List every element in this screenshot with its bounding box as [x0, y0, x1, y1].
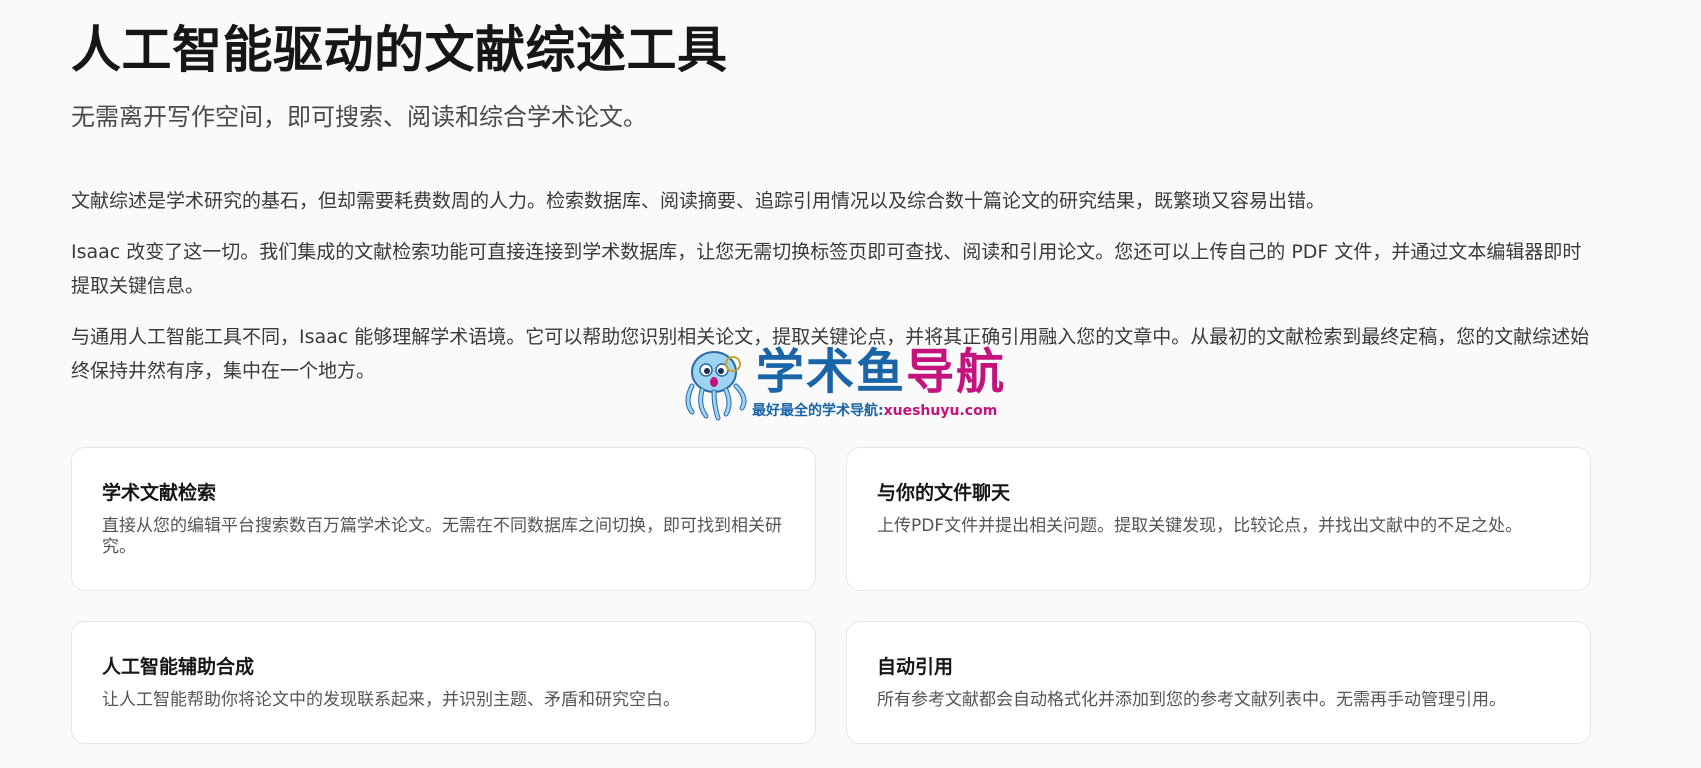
- feature-card-description: 让人工智能帮助你将论文中的发现联系起来，并识别主题、矛盾和研究空白。: [102, 690, 680, 710]
- feature-card-title: 学术文献检索: [102, 482, 217, 504]
- watermark-tagline-text: 最好最全的学术导航:: [752, 403, 884, 419]
- feature-card-auto-citation: 自动引用 所有参考文献都会自动格式化并添加到您的参考文献列表中。无需再手动管理引…: [846, 621, 1591, 744]
- watermark-url: xueshuyu.com: [883, 403, 998, 419]
- feature-card-description: 直接从您的编辑平台搜索数百万篇学术论文。无需在不同数据库之间切换，即可找到相关研…: [102, 516, 782, 557]
- watermark-brand-part2: 导航: [906, 344, 1007, 400]
- watermark-logo: 学术鱼导航 最好最全的学术导航:xueshuyu.com: [678, 344, 1023, 422]
- intro-paragraph: 文献综述是学术研究的基石，但却需要耗费数周的人力。检索数据库、阅读摘要、追踪引用…: [71, 190, 1326, 212]
- feature-card-literature-search: 学术文献检索 直接从您的编辑平台搜索数百万篇学术论文。无需在不同数据库之间切换，…: [71, 447, 816, 591]
- feature-card-description: 所有参考文献都会自动格式化并添加到您的参考文献列表中。无需再手动管理引用。: [877, 690, 1506, 710]
- watermark-brand-name: 学术鱼导航: [756, 340, 1006, 404]
- feature-card-chat-with-files: 与你的文件聊天 上传PDF文件并提出相关问题。提取关键发现，比较论点，并找出文献…: [846, 447, 1591, 591]
- intro-paragraph: Isaac 改变了这一切。我们集成的文献检索功能可直接连接到学术数据库，让您无需…: [71, 241, 1582, 297]
- feature-card-title: 自动引用: [877, 656, 954, 678]
- feature-card-title: 与你的文件聊天: [877, 482, 1011, 504]
- watermark-brand-part1: 学术鱼: [756, 344, 907, 400]
- feature-card-title: 人工智能辅助合成: [102, 656, 255, 678]
- feature-card-ai-synthesis: 人工智能辅助合成 让人工智能帮助你将论文中的发现联系起来，并识别主题、矛盾和研究…: [71, 621, 816, 744]
- page-title: 人工智能驱动的文献综述工具: [71, 21, 728, 79]
- page: 人工智能驱动的文献综述工具 无需离开写作空间，即可搜索、阅读和综合学术论文。 文…: [0, 0, 1701, 768]
- watermark-tagline: 最好最全的学术导航:xueshuyu.com: [752, 402, 997, 420]
- page-subtitle: 无需离开写作空间，即可搜索、阅读和综合学术论文。: [71, 103, 647, 131]
- feature-card-description: 上传PDF文件并提出相关问题。提取关键发现，比较论点，并找出文献中的不足之处。: [877, 516, 1523, 536]
- octopus-mascot-icon: [685, 351, 747, 421]
